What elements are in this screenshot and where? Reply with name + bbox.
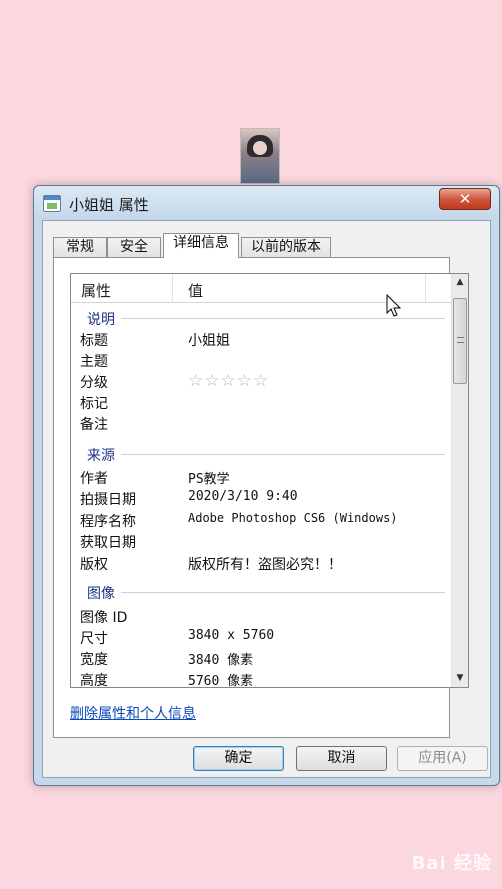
property-key: 主题 [80, 354, 108, 370]
property-key: 程序名称 [80, 514, 136, 530]
title-bar[interactable]: 小姐姐 属性 ✕ [34, 186, 499, 220]
property-value[interactable]: 小姐姐 [188, 330, 230, 350]
list-item[interactable]: 标记 [71, 391, 453, 412]
property-value[interactable]: 2020/3/10 9:40 [188, 489, 298, 504]
property-value[interactable]: 5760 像素 [188, 670, 253, 687]
dialog-body: 常规 安全 详细信息 以前的版本 属性 值 说明 标题 小姐姐 主题 分级 ☆☆… [42, 220, 491, 778]
tab-details[interactable]: 详细信息 [163, 233, 239, 258]
rating-stars[interactable]: ☆☆☆☆☆ [188, 371, 269, 391]
remove-properties-link[interactable]: 删除属性和个人信息 [70, 703, 196, 723]
list-item[interactable]: 备注 [71, 412, 453, 433]
thumbnail-face [253, 141, 267, 155]
mouse-pointer-icon [386, 294, 402, 317]
group-image: 图像 [71, 580, 453, 603]
column-header-property[interactable]: 属性 [81, 280, 111, 301]
property-key: 图像 ID [80, 610, 128, 626]
group-origin: 来源 [71, 442, 453, 465]
scroll-up-icon[interactable]: ▲ [452, 274, 468, 291]
property-key: 备注 [80, 417, 108, 433]
property-key: 高度 [80, 673, 108, 688]
property-key: 标记 [80, 396, 108, 412]
ok-button[interactable]: 确定 [193, 746, 284, 771]
list-item[interactable]: 高度 5760 像素 [71, 668, 453, 688]
list-item[interactable]: 标题 小姐姐 [71, 328, 453, 349]
scroll-down-icon[interactable]: ▼ [452, 670, 468, 687]
list-item[interactable]: 作者 PS教学 [71, 466, 453, 487]
property-key: 分级 [80, 375, 108, 391]
list-item[interactable]: 宽度 3840 像素 [71, 647, 453, 668]
list-item[interactable]: 程序名称 Adobe Photoshop CS6 (Windows) [71, 509, 453, 530]
image-thumbnail[interactable] [240, 128, 280, 184]
property-key: 版权 [80, 557, 108, 573]
property-value[interactable]: 版权所有！盗图必究！！ [188, 554, 342, 574]
tab-general[interactable]: 常规 [53, 237, 107, 257]
watermark: Bai 经验 [411, 853, 492, 874]
list-item[interactable]: 分级 ☆☆☆☆☆ [71, 370, 453, 391]
property-key: 标题 [80, 333, 108, 349]
property-value[interactable]: Adobe Photoshop CS6 (Windows) [188, 511, 398, 525]
property-key: 尺寸 [80, 631, 108, 647]
group-label: 说明 [87, 309, 121, 329]
list-item[interactable]: 主题 [71, 349, 453, 370]
property-key: 宽度 [80, 652, 108, 668]
properties-list[interactable]: 属性 值 说明 标题 小姐姐 主题 分级 ☆☆☆☆☆ 标记 备注 来源 作者 P… [70, 273, 469, 688]
property-key: 拍摄日期 [80, 492, 136, 508]
list-item[interactable]: 尺寸 3840 x 5760 [71, 626, 453, 647]
close-button[interactable]: ✕ [439, 188, 491, 210]
tab-security[interactable]: 安全 [107, 237, 161, 257]
cancel-button[interactable]: 取消 [296, 746, 387, 771]
image-file-icon [43, 195, 61, 212]
vertical-scrollbar[interactable]: ▲ ▼ [451, 274, 468, 687]
property-key: 获取日期 [80, 535, 136, 551]
property-key: 作者 [80, 471, 108, 487]
property-value[interactable]: PS教学 [188, 468, 230, 487]
window-title: 小姐姐 属性 [69, 196, 149, 214]
group-label: 来源 [87, 445, 121, 465]
property-value[interactable]: 3840 x 5760 [188, 628, 274, 643]
list-item[interactable]: 获取日期 [71, 530, 453, 551]
details-tab-page: 属性 值 说明 标题 小姐姐 主题 分级 ☆☆☆☆☆ 标记 备注 来源 作者 P… [53, 257, 469, 738]
apply-button[interactable]: 应用(A) [397, 746, 488, 771]
group-label: 图像 [87, 583, 121, 603]
properties-dialog: 小姐姐 属性 ✕ 常规 安全 详细信息 以前的版本 属性 值 说明 标题 小姐姐… [33, 185, 500, 786]
list-item[interactable]: 版权 版权所有！盗图必究！！ [71, 552, 453, 573]
scrollbar-thumb[interactable] [453, 298, 467, 384]
property-value[interactable]: 3840 像素 [188, 649, 253, 668]
list-item[interactable]: 图像 ID [71, 605, 453, 626]
property-rows: 说明 标题 小姐姐 主题 分级 ☆☆☆☆☆ 标记 备注 来源 作者 PS教学 拍… [71, 304, 453, 688]
list-item[interactable]: 拍摄日期 2020/3/10 9:40 [71, 487, 453, 508]
tab-previous-versions[interactable]: 以前的版本 [241, 237, 331, 257]
column-header-value[interactable]: 值 [188, 280, 203, 301]
